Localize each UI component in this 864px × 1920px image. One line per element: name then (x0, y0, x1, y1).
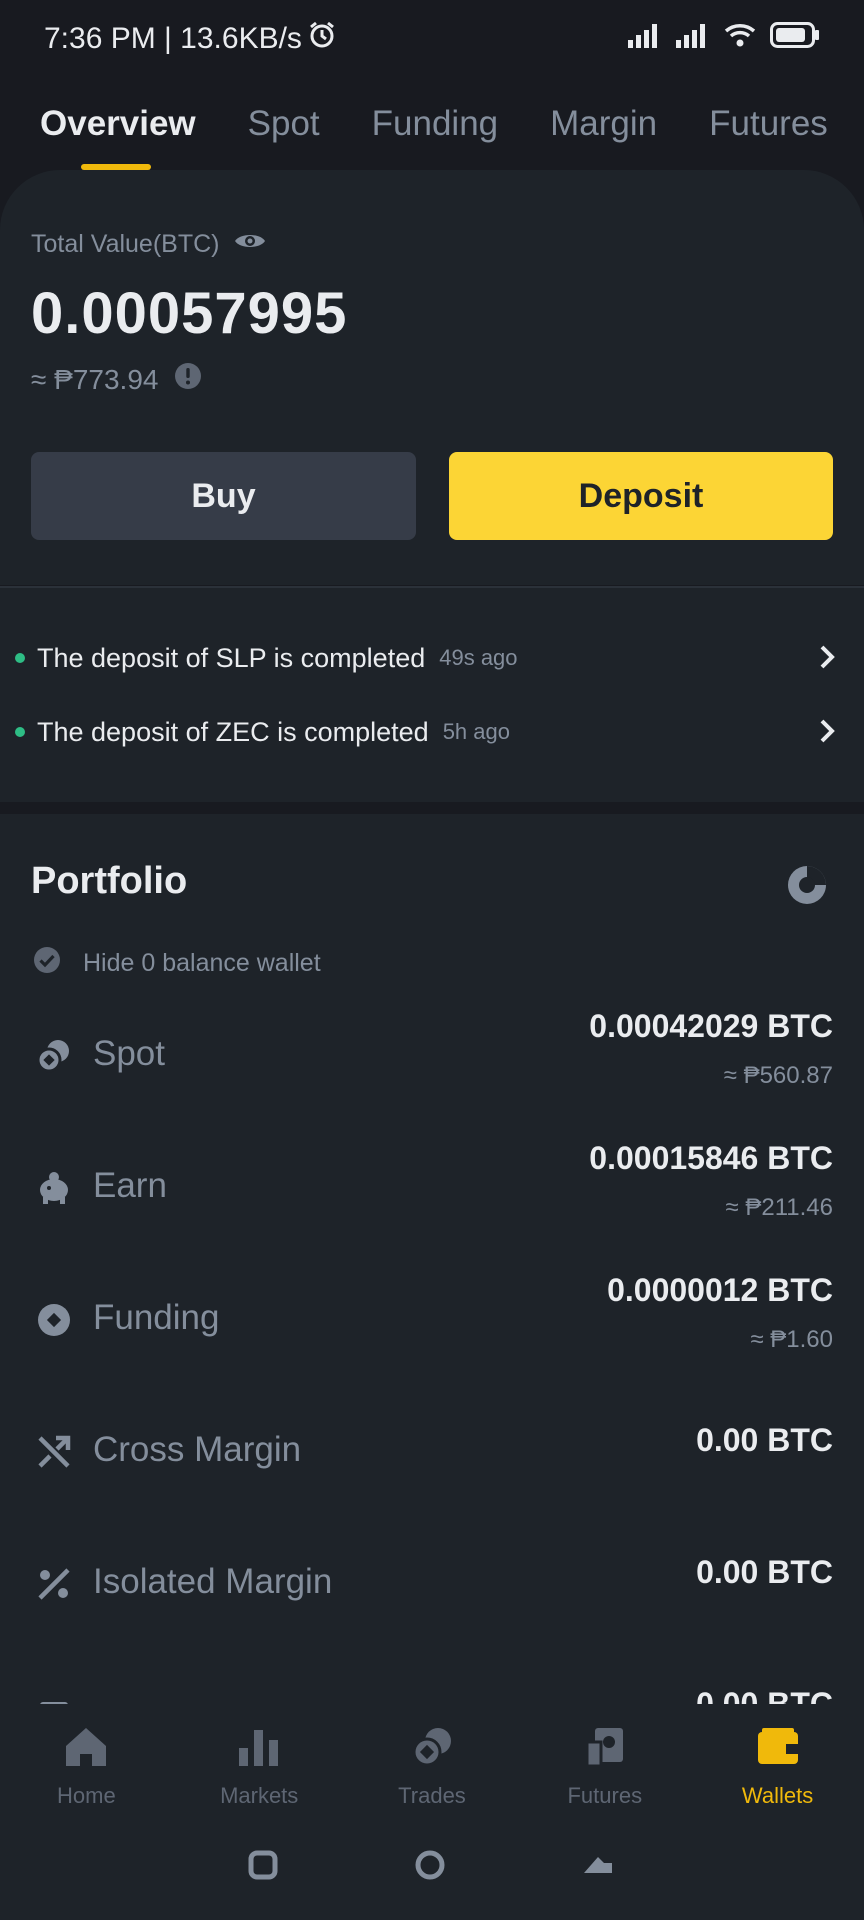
status-time-speed: 7:36 PM | 13.6KB/s (44, 22, 302, 55)
status-dot (15, 727, 25, 737)
check-circle-icon[interactable] (33, 946, 61, 981)
futures-nav-icon (583, 1726, 627, 1773)
funding-icon (36, 1302, 72, 1338)
total-value-label: Total Value(BTC) (31, 230, 220, 258)
wallet-icon (756, 1726, 800, 1773)
nav-label: Markets (220, 1783, 299, 1808)
home-icon (64, 1726, 108, 1773)
section-divider (0, 802, 864, 814)
total-fiat-row: ≈ ₱773.94 (31, 362, 202, 397)
asset-name: Spot (93, 1034, 165, 1073)
notification-time: 49s ago (439, 645, 518, 670)
home-circle-icon[interactable] (414, 1849, 446, 1886)
earn-icon (36, 1170, 72, 1206)
tab-margin[interactable]: Margin (550, 78, 657, 170)
recent-apps-icon[interactable] (248, 1850, 278, 1885)
back-icon[interactable] (582, 1853, 616, 1882)
nav-label: Home (57, 1783, 116, 1808)
cross-margin-icon (36, 1434, 72, 1470)
wifi-icon (724, 22, 756, 56)
system-navigation-bar (0, 1814, 864, 1920)
asset-fiat-value: ≈ ₱1.60 (750, 1326, 833, 1353)
nav-label: Wallets (741, 1783, 814, 1808)
nav-futures[interactable]: Futures (518, 1704, 691, 1814)
notification-text: The deposit of SLP is completed (37, 642, 426, 673)
status-left: 7:36 PM | 13.6KB/s (44, 21, 336, 57)
deposit-button[interactable]: Deposit (449, 452, 833, 540)
chevron-right-icon (818, 718, 836, 749)
nav-trades[interactable]: Trades (346, 1704, 519, 1814)
total-value-label-row: Total Value(BTC) (31, 230, 266, 259)
notification-time: 5h ago (442, 719, 510, 744)
buy-button[interactable]: Buy (31, 452, 416, 540)
status-dot (15, 653, 25, 663)
asset-row-isolated-margin[interactable]: Isolated Margin 0.00 BTC (0, 1522, 864, 1642)
isolated-margin-icon (36, 1566, 72, 1602)
asset-btc-value: 0.0000012 BTC (607, 1272, 833, 1308)
asset-fiat-value: ≈ ₱211.46 (725, 1194, 833, 1221)
bottom-navigation: Home Markets Trades Futures Wallets (0, 1704, 864, 1814)
battery-icon (770, 22, 820, 56)
signal-icon-2 (676, 22, 710, 56)
status-right (628, 22, 820, 56)
asset-btc-value: 0.00 BTC (696, 1554, 833, 1590)
asset-row-cross-margin[interactable]: Cross Margin 0.00 BTC (0, 1390, 864, 1510)
hide-zero-balance-toggle[interactable]: Hide 0 balance wallet (33, 946, 321, 981)
nav-wallets[interactable]: Wallets (691, 1704, 864, 1814)
notification-text: The deposit of ZEC is completed (37, 716, 429, 747)
notification-item[interactable]: The deposit of ZEC is completed 5h ago (0, 702, 864, 762)
status-bar: 7:36 PM | 13.6KB/s (0, 0, 864, 78)
asset-name: Isolated Margin (93, 1562, 333, 1601)
trades-icon (410, 1726, 454, 1773)
asset-btc-value: 0.00 BTC (696, 1422, 833, 1458)
wallet-overview-screen: 7:36 PM | 13.6KB/s Overview Spot Funding… (0, 0, 864, 1920)
nav-label: Trades (398, 1783, 466, 1808)
nav-home[interactable]: Home (0, 1704, 173, 1814)
alarm-icon (308, 21, 336, 57)
asset-fiat-value: ≈ ₱560.87 (723, 1062, 833, 1089)
chevron-right-icon (818, 644, 836, 675)
asset-btc-value: 0.00015846 BTC (589, 1140, 833, 1176)
asset-name: Funding (93, 1298, 220, 1337)
asset-row-spot[interactable]: Spot 0.00042029 BTC ≈ ₱560.87 (0, 994, 864, 1114)
total-value: 0.00057995 (31, 281, 348, 346)
balance-summary: Total Value(BTC) 0.00057995 ≈ ₱773.94 Bu… (0, 170, 864, 585)
asset-btc-value: 0.00042029 BTC (589, 1008, 833, 1044)
info-icon[interactable] (174, 362, 202, 397)
notification-item[interactable]: The deposit of SLP is completed 49s ago (0, 628, 864, 688)
portfolio-section: Portfolio Hide 0 balance wallet Spot 0.0… (0, 814, 864, 1742)
asset-name: Cross Margin (93, 1430, 302, 1469)
nav-label: Futures (567, 1783, 643, 1808)
signal-icon (628, 22, 662, 56)
tab-futures[interactable]: Futures (709, 78, 828, 170)
pie-chart-icon[interactable] (786, 864, 828, 911)
notification-list: The deposit of SLP is completed 49s ago … (0, 586, 864, 802)
tab-funding[interactable]: Funding (372, 78, 498, 170)
eye-icon[interactable] (234, 230, 266, 259)
asset-name: Earn (93, 1166, 167, 1205)
total-fiat-value: ≈ ₱773.94 (31, 363, 159, 395)
nav-markets[interactable]: Markets (173, 1704, 346, 1814)
tab-overview[interactable]: Overview (40, 78, 196, 170)
wallet-tabs: Overview Spot Funding Margin Futures (0, 78, 864, 170)
markets-icon (237, 1726, 281, 1773)
asset-row-funding[interactable]: Funding 0.0000012 BTC ≈ ₱1.60 (0, 1258, 864, 1378)
hide-zero-balance-label: Hide 0 balance wallet (83, 949, 321, 977)
spot-icon (36, 1038, 72, 1074)
portfolio-title: Portfolio (31, 860, 188, 902)
asset-row-earn[interactable]: Earn 0.00015846 BTC ≈ ₱211.46 (0, 1126, 864, 1246)
tab-spot[interactable]: Spot (248, 78, 320, 170)
